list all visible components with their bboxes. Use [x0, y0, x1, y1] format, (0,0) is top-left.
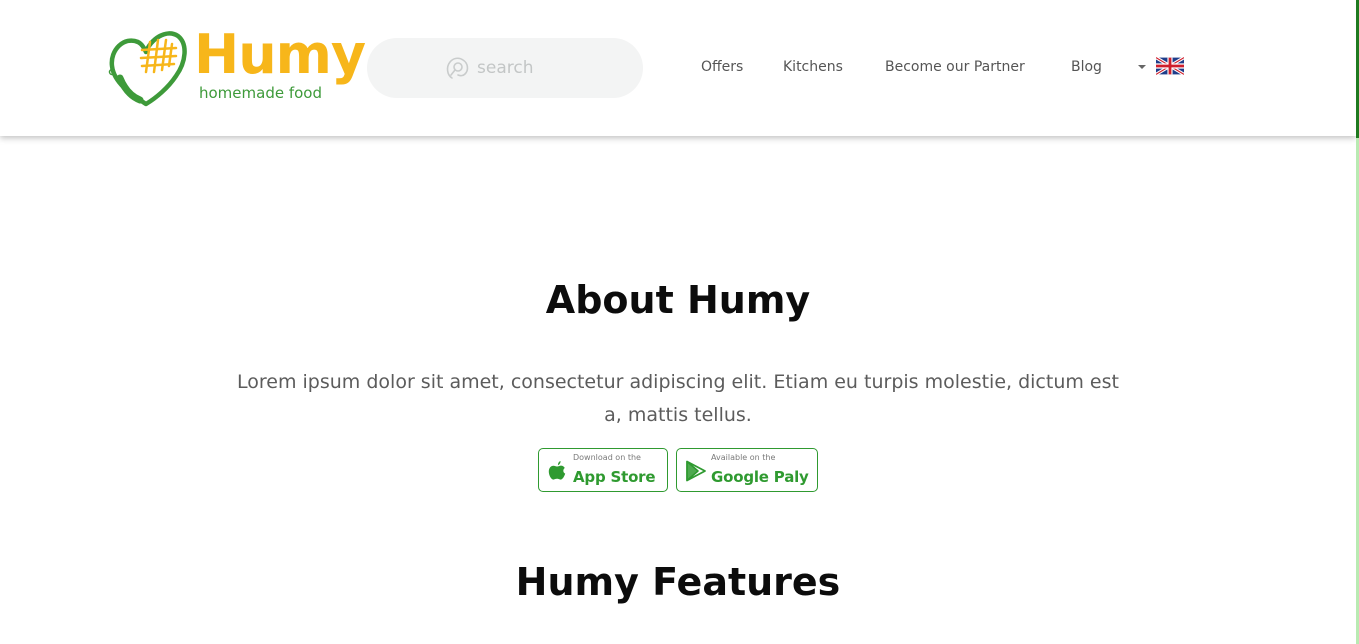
search-input[interactable] — [477, 58, 557, 78]
apple-icon — [548, 461, 566, 480]
app-store-caption: Download on the — [573, 453, 641, 462]
logo-wordmark: Humy — [194, 23, 366, 86]
caret-down-icon — [1138, 65, 1146, 69]
nav-blog[interactable]: Blog — [1071, 56, 1102, 78]
google-play-label: Google Paly — [711, 468, 809, 486]
about-text: Lorem ipsum dolor sit amet, consectetur … — [237, 371, 1119, 426]
page: Humy homemade food Offers Kitchens Becom… — [0, 0, 1359, 644]
uk-flag-icon — [1156, 57, 1184, 75]
search-bar[interactable] — [367, 38, 643, 98]
nav-kitchens[interactable]: Kitchens — [783, 56, 843, 78]
language-selector[interactable] — [1138, 54, 1188, 78]
google-play-caption: Available on the — [711, 453, 776, 462]
google-play-button[interactable]: Available on the Google Paly — [676, 448, 818, 492]
features-title: Humy Features — [515, 560, 841, 604]
search-icon — [446, 57, 469, 79]
humy-logo[interactable]: Humy homemade food — [106, 23, 366, 110]
app-store-label: App Store — [573, 468, 656, 486]
logo-tagline: homemade food — [199, 84, 323, 102]
nav-become-partner[interactable]: Become our Partner — [885, 56, 1025, 78]
app-store-button[interactable]: Download on the App Store — [538, 448, 668, 492]
chef-hat-heart-icon — [108, 31, 187, 107]
nav-offers[interactable]: Offers — [701, 56, 743, 78]
google-play-icon — [686, 460, 706, 482]
about-title: About Humy — [545, 278, 811, 322]
site-header: Humy homemade food Offers Kitchens Becom… — [0, 0, 1356, 136]
